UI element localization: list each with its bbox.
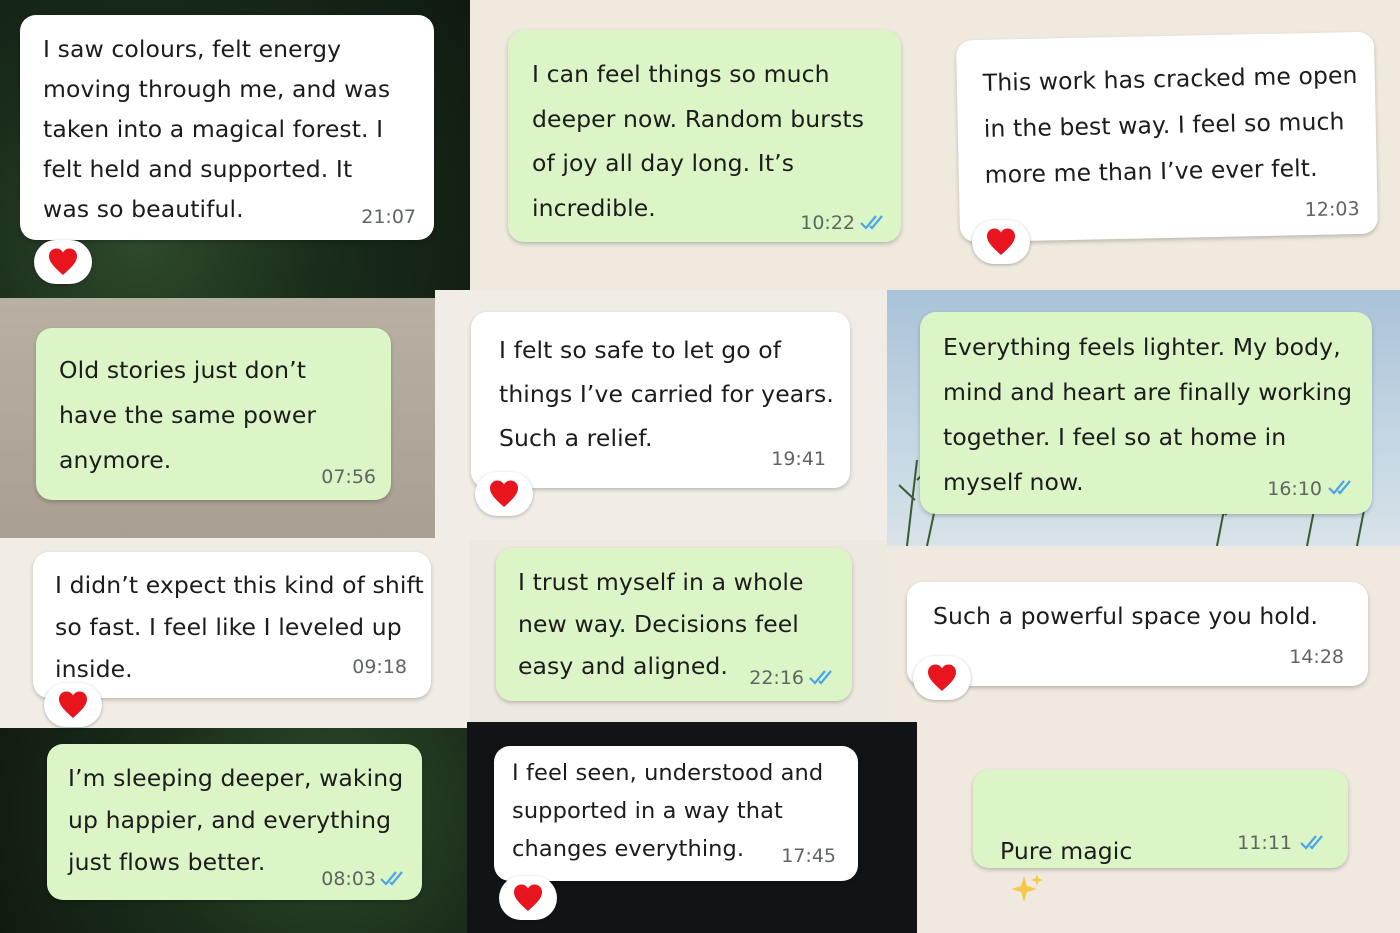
message-time: 12:03 <box>1304 197 1360 222</box>
heart-icon <box>514 884 542 911</box>
message-bubble[interactable]: Old stories just don’t have the same pow… <box>36 328 391 500</box>
message-time: 16:10 <box>1267 478 1322 500</box>
double-check-icon <box>1328 480 1351 495</box>
message-bubble[interactable]: This work has cracked me open in the bes… <box>955 31 1379 243</box>
message-bubble[interactable]: Pure magic 11:11 <box>973 770 1348 902</box>
message-time: 17:45 <box>781 845 836 867</box>
double-check-icon <box>380 871 403 886</box>
heart-icon <box>49 248 77 275</box>
double-check-icon <box>809 670 832 685</box>
heart-icon <box>987 228 1015 255</box>
message-time: 22:16 <box>749 667 804 689</box>
message-text: This work has cracked me open in the bes… <box>982 61 1358 189</box>
message-bubble[interactable]: Such a powerful space you hold. 14:28 <box>907 582 1368 686</box>
double-check-icon <box>1300 835 1323 850</box>
heart-icon <box>490 480 518 507</box>
message-text: I saw colours, felt energy moving throug… <box>43 35 391 223</box>
message-bubble[interactable]: Everything feels lighter. My body, mind … <box>920 312 1372 514</box>
message-time: 14:28 <box>1289 646 1344 668</box>
message-time: 21:07 <box>361 206 416 228</box>
message-bubble[interactable]: I saw colours, felt energy moving throug… <box>20 15 434 240</box>
message-time: 11:11 <box>1237 832 1292 854</box>
message-time: 08:03 <box>321 868 376 890</box>
reaction-badge[interactable] <box>475 472 533 516</box>
message-text: Pure magic <box>1000 837 1133 865</box>
message-text: Such a powerful space you hold. <box>933 602 1319 630</box>
message-text-row: Pure magic <box>1000 797 1132 906</box>
reaction-badge[interactable] <box>972 220 1030 264</box>
heart-icon <box>59 691 87 718</box>
message-bubble[interactable]: I trust myself in a whole new way. Decis… <box>496 548 852 701</box>
message-time: 09:18 <box>352 656 407 678</box>
message-text: I’m sleeping deeper, waking up happier, … <box>68 764 404 876</box>
message-bubble[interactable]: I felt so safe to let go of things I’ve … <box>471 312 850 488</box>
message-text: I can feel things so much deeper now. Ra… <box>532 60 865 222</box>
message-bubble[interactable]: I’m sleeping deeper, waking up happier, … <box>47 744 422 900</box>
message-text: I felt so safe to let go of things I’ve … <box>499 336 834 452</box>
message-time: 19:41 <box>771 448 826 470</box>
reaction-badge[interactable] <box>913 656 971 700</box>
message-bubble[interactable]: I can feel things so much deeper now. Ra… <box>508 30 901 242</box>
sparkles-icon <box>1011 873 1043 902</box>
message-bubble[interactable]: I didn’t expect this kind of shift so fa… <box>33 552 431 698</box>
reaction-badge[interactable] <box>499 876 557 920</box>
message-time: 10:22 <box>800 212 855 234</box>
heart-icon <box>928 664 956 691</box>
reaction-badge[interactable] <box>34 240 92 284</box>
reaction-badge[interactable] <box>44 683 102 727</box>
message-bubble[interactable]: I feel seen, understood and supported in… <box>494 746 858 881</box>
message-time: 07:56 <box>321 466 376 488</box>
message-text: I feel seen, understood and supported in… <box>512 760 824 862</box>
double-check-icon <box>860 215 883 230</box>
message-text: Old stories just don’t have the same pow… <box>59 356 317 474</box>
